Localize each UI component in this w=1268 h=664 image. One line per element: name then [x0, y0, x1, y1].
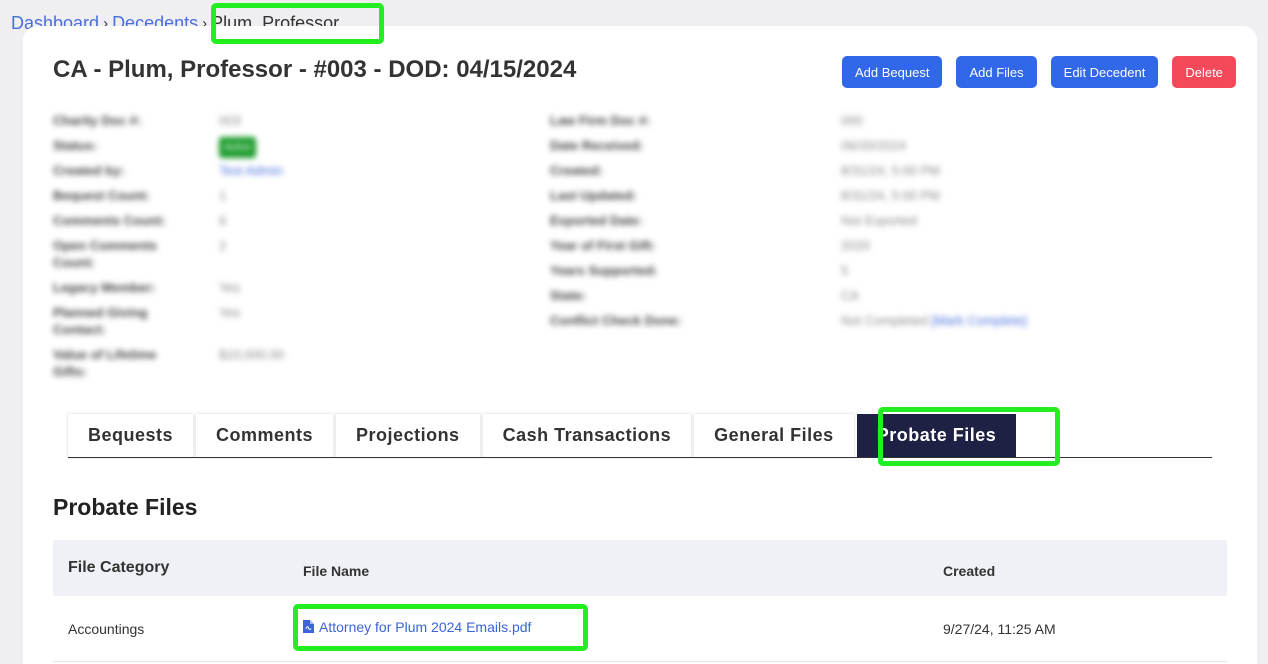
detail-label: Date Received: [550, 138, 644, 153]
probate-files-table: File Category File Name Created Accounti… [53, 540, 1227, 662]
detail-label: Conflict Check Done: [550, 313, 682, 328]
detail-value: Not Exported [841, 213, 917, 228]
detail-label: Created by: [53, 163, 125, 178]
detail-value: $10,000.00 [219, 347, 285, 362]
detail-label: Bequest Count: [53, 188, 150, 203]
created-by-link[interactable]: Test Admin [219, 162, 283, 179]
file-name-text: Attorney for Plum 2024 Emails.pdf [319, 618, 532, 635]
detail-value: 2 [219, 238, 227, 253]
tab-probate-files[interactable]: Probate Files [856, 414, 1017, 457]
detail-label: Value of Lifetime Gifts: [53, 347, 157, 379]
tab-cash-transactions[interactable]: Cash Transactions [482, 414, 692, 457]
detail-label: Status: [53, 138, 98, 153]
detail-label: Law Firm Doc #: [550, 113, 651, 128]
detail-value: 003 [219, 113, 241, 128]
column-header-category: File Category [68, 559, 170, 576]
column-header-created: Created [943, 563, 996, 579]
section-title: Probate Files [53, 494, 198, 520]
detail-value: 2020 [841, 238, 870, 253]
file-category-cell: Accountings [68, 620, 145, 637]
tab-general-files[interactable]: General Files [694, 414, 854, 457]
detail-label: Created: [550, 163, 603, 178]
file-created-cell: 9/27/24, 11:25 AM [943, 620, 1056, 637]
detail-value: 5 [841, 263, 849, 278]
file-name-cell: Attorney for Plum 2024 Emails.pdf [303, 619, 943, 639]
pdf-file-icon [303, 620, 314, 634]
detail-label: Charity Doc #: [53, 113, 142, 128]
detail-value: Yes [219, 280, 241, 295]
table-header: File Category File Name Created [53, 540, 1227, 596]
edit-decedent-button[interactable]: Edit Decedent [1050, 56, 1159, 88]
detail-value: Yes [219, 305, 241, 320]
detail-label: Legacy Member: [53, 280, 156, 295]
add-bequest-button[interactable]: Add Bequest [842, 56, 943, 88]
page-title: CA - Plum, Professor - #003 - DOD: 04/15… [53, 56, 577, 83]
action-toolbar: Add Bequest Add Files Edit Decedent Dele… [842, 56, 1236, 88]
tab-bar: Bequests Comments Projections Cash Trans… [68, 414, 1212, 458]
delete-button[interactable]: Delete [1172, 56, 1236, 88]
detail-value: 06/20/2024 [841, 138, 907, 153]
detail-value: CA [841, 288, 860, 303]
status-badge: Active [219, 137, 257, 158]
detail-label: Exported Date: [550, 213, 643, 228]
detail-label: Open Comments Count: [53, 238, 158, 270]
detail-label: Comments Count: [53, 213, 166, 228]
tab-projections[interactable]: Projections [336, 414, 480, 457]
detail-label: Years Supported: [550, 263, 658, 278]
detail-value: 8/31/24, 5:00 PM [841, 163, 941, 178]
decedent-card: CA - Plum, Professor - #003 - DOD: 04/15… [23, 26, 1257, 664]
details-right: Law Firm Doc #: 000 Date Received: 06/20/2… [550, 112, 1027, 337]
detail-label: Year of First Gift: [550, 238, 656, 253]
detail-value: 8/31/24, 5:00 PM [841, 188, 941, 203]
detail-value: 6 [219, 213, 227, 228]
detail-value: Not Completed [841, 313, 928, 328]
mark-complete-link[interactable]: [Mark Complete] [931, 312, 1026, 329]
detail-label: Planned Giving Contact: [53, 305, 148, 337]
detail-label: State: [550, 288, 587, 303]
details-left: Charity Doc #: 003 Status: Active Created … [53, 112, 284, 388]
file-link[interactable]: Attorney for Plum 2024 Emails.pdf [303, 619, 531, 635]
add-files-button[interactable]: Add Files [956, 56, 1037, 88]
detail-value: 000 [841, 113, 863, 128]
detail-value: 1 [219, 188, 227, 203]
detail-label: Last Updated: [550, 188, 637, 203]
column-header-file-name: File Name [303, 563, 370, 579]
tab-comments[interactable]: Comments [196, 414, 334, 457]
tab-bequests[interactable]: Bequests [68, 414, 194, 457]
table-row: Accountings Attorney for Plum 2024 Email… [53, 596, 1227, 662]
